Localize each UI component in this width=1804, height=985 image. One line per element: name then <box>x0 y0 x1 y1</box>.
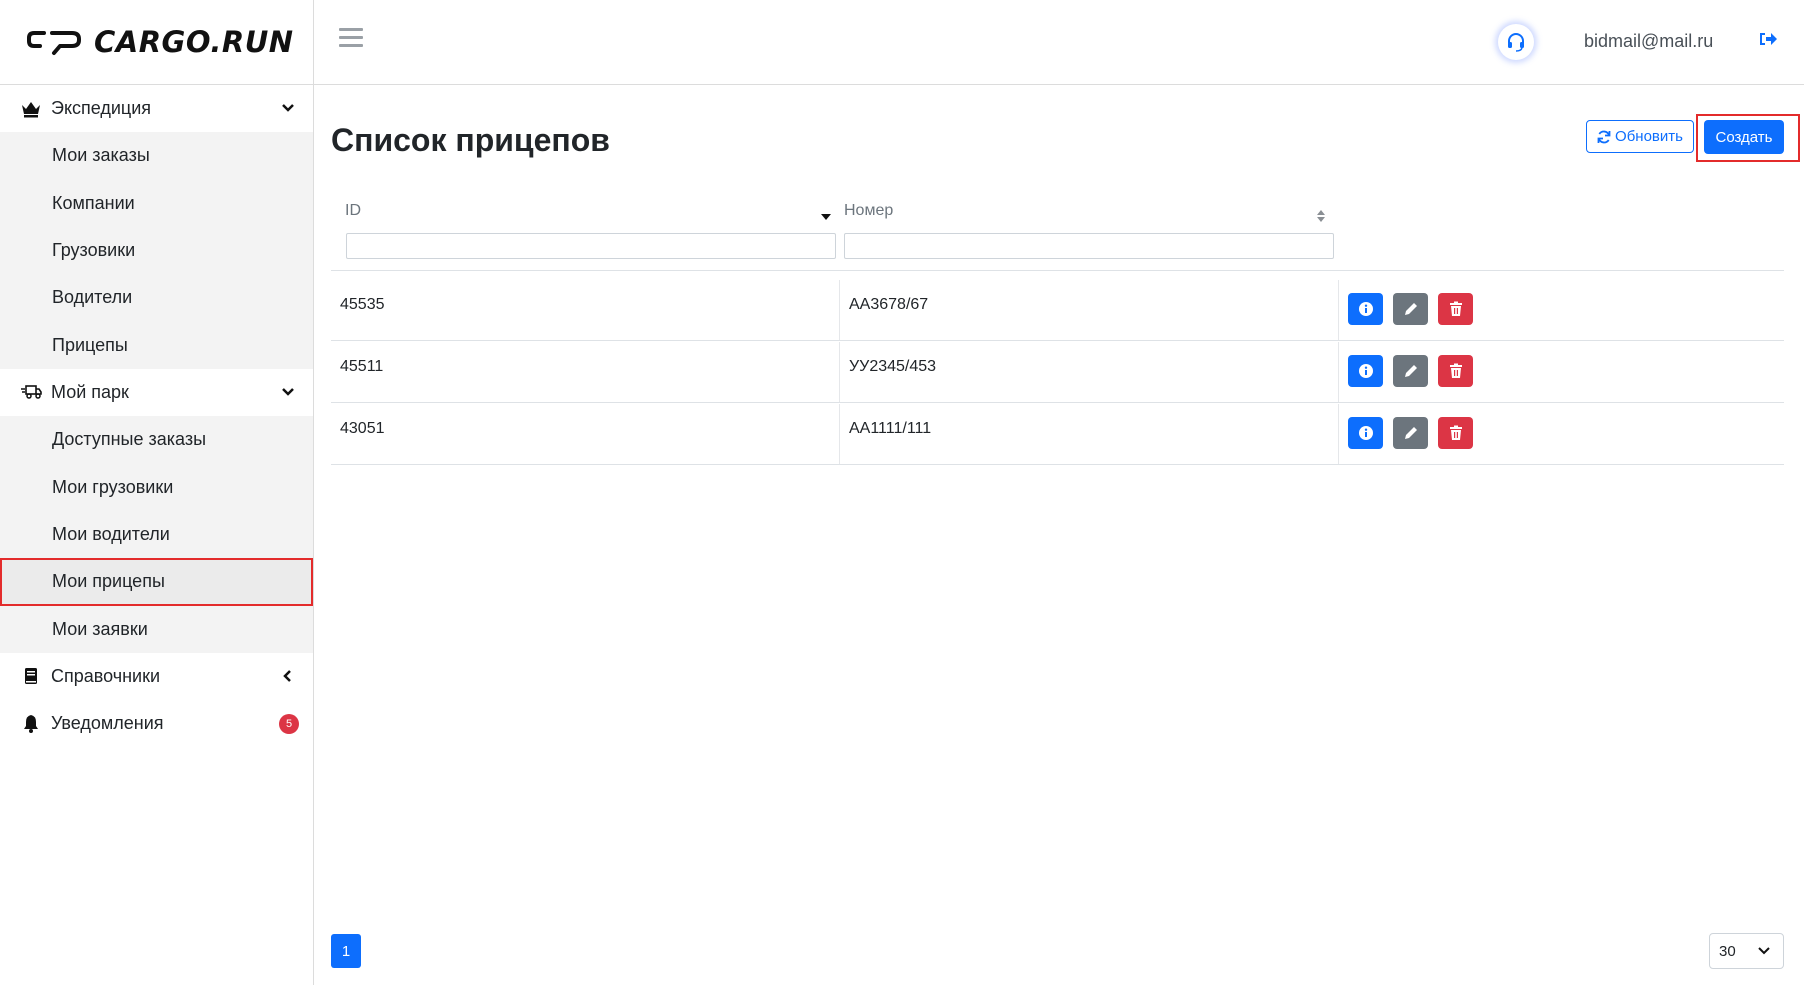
logo[interactable]: CARGO.RUN <box>26 22 294 62</box>
refresh-icon <box>1597 130 1611 143</box>
column-header-id[interactable]: ID <box>345 202 361 220</box>
sidebar-item-my-requests[interactable]: Мои заявки <box>0 605 313 653</box>
id-filter-input[interactable] <box>346 233 836 259</box>
page-size-value: 30 <box>1719 942 1736 960</box>
table-header-border <box>331 270 1784 271</box>
sidebar-item-trailers[interactable]: Прицепы <box>0 321 313 369</box>
notification-count-badge: 5 <box>279 713 299 734</box>
info-button[interactable] <box>1348 355 1383 387</box>
logout-icon[interactable] <box>1758 30 1778 53</box>
sidebar: Экспедиция Мои заказы Компании Грузовики… <box>0 85 313 747</box>
cell-id: 45535 <box>340 296 385 313</box>
cell-number: УУ2345/453 <box>849 358 937 375</box>
sidebar-group-label: Уведомления <box>51 712 164 733</box>
bell-icon <box>20 712 42 734</box>
page-title: Список прицепов <box>331 122 610 158</box>
cell-number: АА1111/111 <box>849 420 932 437</box>
delete-button[interactable] <box>1438 355 1473 387</box>
sidebar-item-available-orders[interactable]: Доступные заказы <box>0 415 313 464</box>
sidebar-item-drivers[interactable]: Водители <box>0 274 313 322</box>
support-headset-icon[interactable] <box>1498 24 1534 60</box>
trash-icon <box>1449 425 1462 440</box>
cell-id: 45511 <box>340 358 384 375</box>
sidebar-group-expedition[interactable]: Экспедиция <box>0 85 313 132</box>
trash-icon <box>1449 301 1462 316</box>
chevron-down-icon <box>282 388 294 396</box>
sidebar-group-references[interactable]: Справочники <box>0 653 313 700</box>
sort-both-icon[interactable] <box>1316 209 1326 223</box>
sidebar-group-notifications[interactable]: Уведомления 5 <box>0 700 313 747</box>
top-bar: CARGO.RUN bidmail@mail.ru <box>0 0 1804 85</box>
info-icon <box>1358 364 1373 378</box>
table-row: 45511 УУ2345/453 <box>331 342 1784 403</box>
delete-button[interactable] <box>1438 293 1473 325</box>
sidebar-item-my-drivers[interactable]: Мои водители <box>0 510 313 559</box>
chevron-down-icon <box>1758 947 1770 955</box>
pencil-icon <box>1404 427 1417 439</box>
sidebar-item-my-trucks[interactable]: Мои грузовики <box>0 463 313 511</box>
truck-icon <box>20 381 42 403</box>
info-button[interactable] <box>1348 417 1383 449</box>
cell-id: 43051 <box>340 420 385 437</box>
info-icon <box>1358 302 1373 316</box>
table-row: 43051 АА1111/111 <box>331 404 1784 465</box>
delete-button[interactable] <box>1438 417 1473 449</box>
pagination-page-1[interactable]: 1 <box>331 934 361 968</box>
sidebar-group-label: Мой парк <box>51 381 129 402</box>
book-icon <box>20 665 42 687</box>
chevron-left-icon <box>283 670 291 682</box>
sidebar-group-label: Справочники <box>51 665 161 686</box>
user-email[interactable]: bidmail@mail.ru <box>1584 31 1713 52</box>
column-header-number[interactable]: Номер <box>844 202 893 220</box>
info-button[interactable] <box>1348 293 1383 325</box>
number-filter-input[interactable] <box>844 233 1334 259</box>
refresh-button-label: Обновить <box>1615 128 1683 145</box>
menu-toggle-icon[interactable] <box>339 28 363 50</box>
sidebar-item-trucks[interactable]: Грузовики <box>0 226 313 275</box>
edit-button[interactable] <box>1393 355 1428 387</box>
trash-icon <box>1449 363 1462 378</box>
pencil-icon <box>1404 303 1417 315</box>
chevron-down-icon <box>282 104 294 112</box>
sidebar-group-my-fleet[interactable]: Мой парк <box>0 369 313 416</box>
table-row: 45535 АА3678/67 <box>331 280 1784 341</box>
cell-number: АА3678/67 <box>849 296 929 313</box>
sidebar-item-my-trailers[interactable]: Мои прицепы <box>0 558 313 606</box>
sidebar-divider <box>313 0 314 985</box>
sidebar-group-label: Экспедиция <box>51 98 152 118</box>
page-size-select[interactable]: 30 <box>1709 933 1784 969</box>
sidebar-item-companies[interactable]: Компании <box>0 179 313 227</box>
create-button[interactable]: Создать <box>1704 120 1784 154</box>
edit-button[interactable] <box>1393 417 1428 449</box>
sort-desc-icon[interactable] <box>820 213 832 221</box>
sidebar-item-my-orders[interactable]: Мои заказы <box>0 132 313 180</box>
crown-icon <box>20 98 42 120</box>
refresh-button[interactable]: Обновить <box>1586 120 1694 153</box>
logo-mark-icon <box>27 31 81 55</box>
logo-text: CARGO.RUN <box>94 25 294 59</box>
info-icon <box>1358 426 1373 440</box>
pencil-icon <box>1404 365 1417 377</box>
edit-button[interactable] <box>1393 293 1428 325</box>
